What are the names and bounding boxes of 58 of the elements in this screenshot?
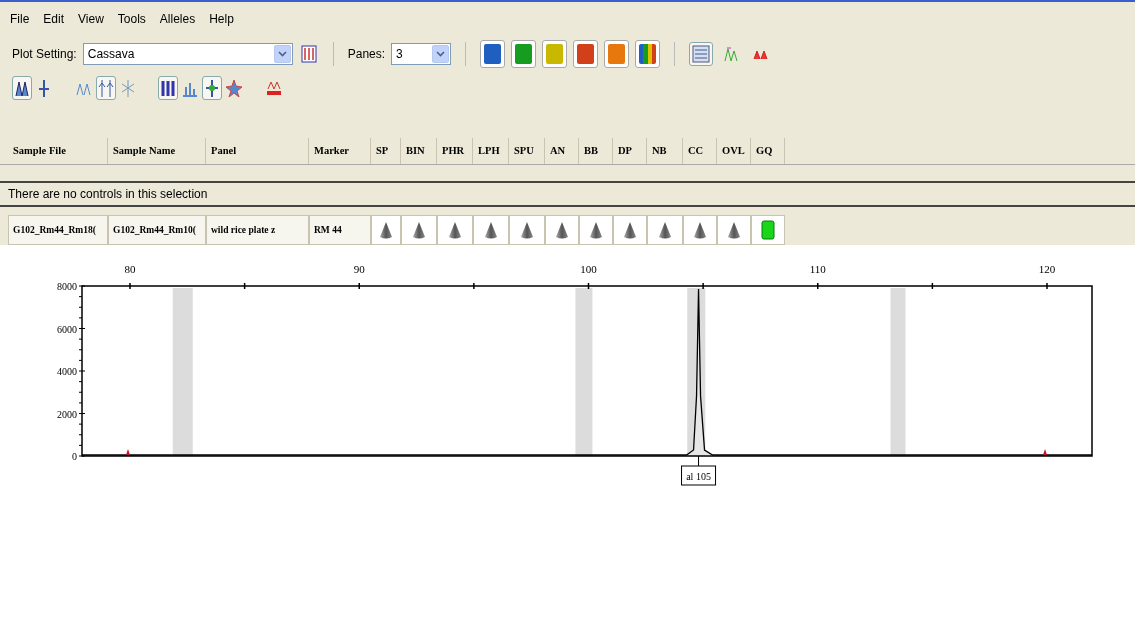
size-marker-icon [1043,449,1047,455]
allele-label: al 105 [686,471,711,482]
chevron-down-icon[interactable] [277,50,287,57]
dye-color-button[interactable] [604,39,630,68]
column-header[interactable]: OVL [717,138,751,164]
panes-dropdown[interactable]: 3 [391,42,452,65]
marker-icon[interactable] [202,76,222,100]
column-header[interactable]: AN [545,138,579,164]
dye-color-button[interactable] [542,39,568,68]
menu-item[interactable]: View [78,9,104,28]
column-header[interactable]: BIN [401,138,437,164]
column-header[interactable]: Marker [309,138,371,164]
plot-setting-dropdown[interactable]: Cassava [82,42,293,65]
bars-icon[interactable] [158,76,178,100]
axis-tick-label: 100 [580,263,597,275]
table-cell: RM 44 [309,215,371,245]
axis-tick-label: 4000 [57,366,77,377]
dye-color-button[interactable] [635,39,661,68]
peaks-icon[interactable] [12,76,32,100]
menu-item[interactable]: Tools [117,9,146,28]
column-header[interactable]: DP [613,138,647,164]
table-cell: wild rice plate z [206,215,309,245]
column-header[interactable]: Panel [206,138,309,164]
allele-label-box [681,465,717,486]
column-header[interactable]: GQ [751,138,785,164]
dye-color-button[interactable] [573,39,599,68]
size-marker-icon [126,449,130,455]
menu-item[interactable]: File [10,9,30,28]
axis-tick-label: 8000 [57,281,77,292]
column-header[interactable]: NB [647,138,683,164]
menu-item[interactable]: Edit [43,9,65,28]
column-header[interactable]: BB [579,138,613,164]
field-label: Panes: [347,45,386,63]
column-header[interactable]: SPU [509,138,545,164]
column-header[interactable]: SP [371,138,401,164]
field-label: Plot Setting: [12,45,77,63]
table-cell: G102_Rm44_Rm10( [108,215,206,245]
menu-item[interactable]: Help [209,9,234,28]
table-cell: G102_Rm44_Rm18( [8,215,108,245]
axis-tick-label: 6000 [57,323,77,335]
dye-color-button[interactable] [480,39,506,68]
chevron-down-icon[interactable] [436,50,446,57]
column-header[interactable]: LPH [473,138,509,164]
column-header[interactable]: Sample File [8,138,108,164]
column-header[interactable]: CC [683,138,717,164]
leader-line [698,455,700,467]
axis-tick-label: 0 [72,451,77,462]
axis-tick-label: 110 [809,263,826,275]
axis-tick-label: 120 [1038,263,1056,275]
info-message: There are no controls in this selection [8,186,208,203]
grid-view-icon[interactable] [689,41,714,66]
axis-tick-label: 90 [353,263,365,275]
axis-tick-label: 80 [124,263,136,275]
axis-tick-label: 2000 [57,408,77,420]
dye-color-button[interactable] [511,39,537,68]
column-header[interactable]: PHR [437,138,473,164]
menu-item[interactable]: Alleles [159,9,196,28]
column-header[interactable]: Sample Name [108,138,206,164]
